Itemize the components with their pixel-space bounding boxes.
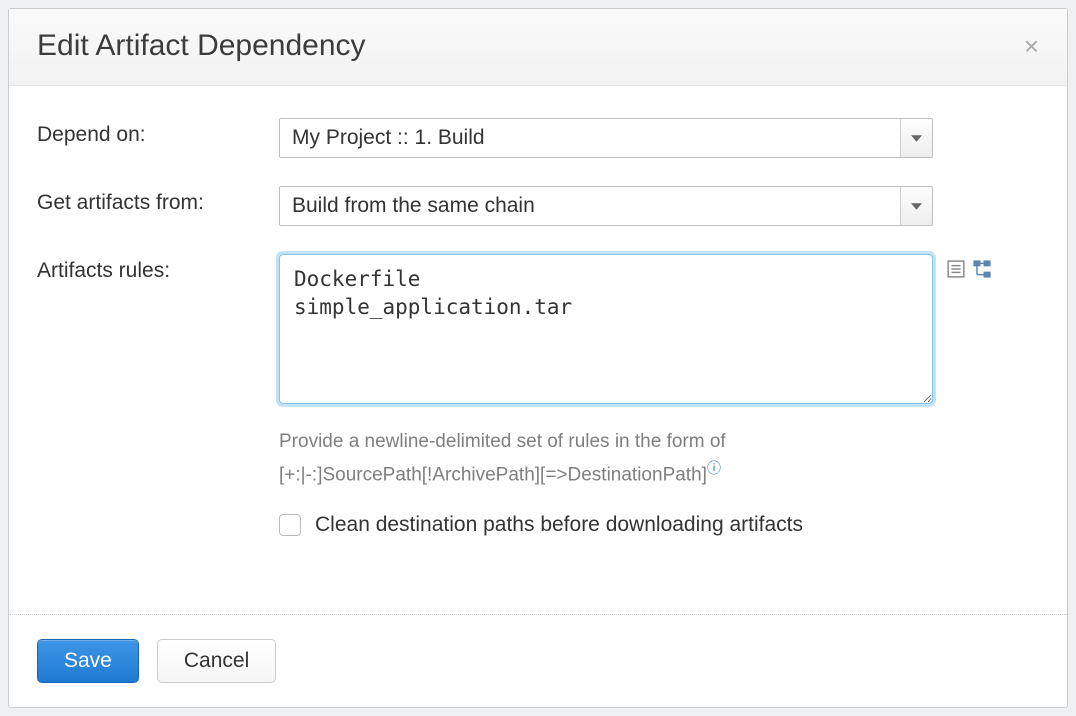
help-icon[interactable]: ⓘ xyxy=(707,460,721,476)
hint-line2: [+:|-:]SourcePath[!ArchivePath][=>Destin… xyxy=(279,465,707,486)
dialog-footer: Save Cancel xyxy=(9,614,1067,707)
depend-on-row: Depend on: My Project :: 1. Build xyxy=(37,118,1039,158)
list-icon[interactable] xyxy=(947,260,965,278)
close-icon[interactable]: × xyxy=(1024,33,1039,59)
depend-on-label: Depend on: xyxy=(37,118,279,158)
dialog-title: Edit Artifact Dependency xyxy=(37,29,366,63)
get-artifacts-from-select[interactable]: Build from the same chain xyxy=(279,186,933,226)
save-button[interactable]: Save xyxy=(37,639,139,683)
cancel-button[interactable]: Cancel xyxy=(157,639,276,683)
dialog-body: Depend on: My Project :: 1. Build Get ar… xyxy=(9,86,1067,614)
clean-destination-row: Clean destination paths before downloadi… xyxy=(279,513,1039,537)
clean-destination-checkbox[interactable] xyxy=(279,514,301,536)
rules-side-icons xyxy=(947,260,991,278)
dialog-header: Edit Artifact Dependency × xyxy=(9,9,1067,86)
get-artifacts-from-label: Get artifacts from: xyxy=(37,186,279,226)
depend-on-select[interactable]: My Project :: 1. Build xyxy=(279,118,933,158)
hint-line1: Provide a newline-delimited set of rules… xyxy=(279,431,726,452)
clean-destination-label: Clean destination paths before downloadi… xyxy=(315,513,803,537)
artifacts-rules-row: Artifacts rules: xyxy=(37,254,1039,404)
artifacts-rules-label: Artifacts rules: xyxy=(37,254,279,283)
get-artifacts-from-row: Get artifacts from: Build from the same … xyxy=(37,186,1039,226)
edit-artifact-dependency-dialog: Edit Artifact Dependency × Depend on: My… xyxy=(8,8,1068,708)
depend-on-value: My Project :: 1. Build xyxy=(292,126,485,150)
tree-icon[interactable] xyxy=(973,260,991,278)
chevron-down-icon xyxy=(900,187,932,225)
chevron-down-icon xyxy=(900,119,932,157)
artifacts-rules-textarea[interactable] xyxy=(279,254,933,404)
artifacts-rules-hint: Provide a newline-delimited set of rules… xyxy=(279,426,939,491)
get-artifacts-from-value: Build from the same chain xyxy=(292,194,535,218)
